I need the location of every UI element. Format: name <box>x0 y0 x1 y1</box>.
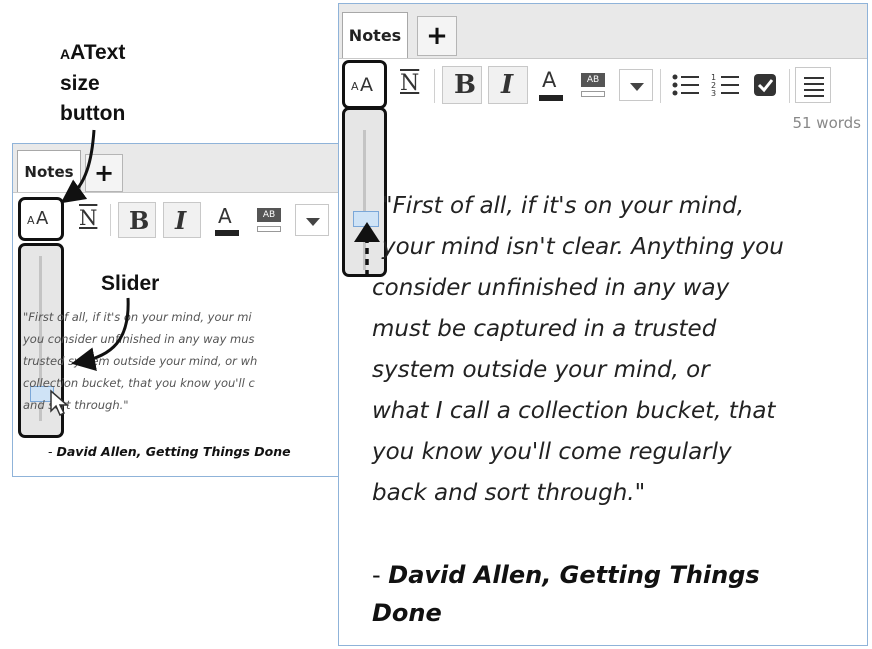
tab-notes[interactable]: Notes <box>342 12 408 58</box>
note-line: trusted system outside your mind, or wh <box>23 354 258 368</box>
text-size-big-a: A <box>36 208 49 229</box>
chevron-down-icon <box>630 83 644 91</box>
plus-icon: + <box>426 21 448 51</box>
bullet-list-button[interactable] <box>669 68 703 102</box>
numbered-list-icon: 1 2 3 <box>711 73 739 98</box>
toolbar-separator <box>660 69 661 103</box>
italic-button[interactable]: I <box>488 66 528 104</box>
font-color-button[interactable]: A <box>533 66 567 104</box>
italic-icon: I <box>175 206 187 235</box>
highlight-button[interactable]: AB <box>577 66 611 104</box>
checkbox-icon <box>754 74 776 96</box>
note-line: back and sort through." <box>372 480 646 506</box>
underline-button[interactable]: N <box>73 202 103 236</box>
author-dash: - <box>372 561 389 589</box>
italic-icon: I <box>501 70 514 100</box>
tab-notes-label: Notes <box>24 162 74 181</box>
text-size-button[interactable]: A A <box>342 60 387 109</box>
note-line: your mind isn't clear. Anything you <box>382 234 784 260</box>
underline-icon: N <box>79 206 98 230</box>
align-justify-icon <box>804 77 824 97</box>
author-name: David Allen, Getting Things Done <box>56 444 291 459</box>
highlight-swatch <box>257 226 281 232</box>
font-color-button[interactable]: A <box>209 202 243 238</box>
callout-small-a: A <box>60 46 71 62</box>
notes-panel-large: Notes + A A N B I A AB 1 2 3 51 words "F… <box>338 3 868 646</box>
note-line: and sort through." <box>23 398 129 412</box>
note-line: must be captured in a trusted <box>372 316 717 342</box>
note-line: system outside your mind, or <box>372 357 710 383</box>
more-dropdown-button[interactable] <box>295 204 329 236</box>
callout-slider: Slider <box>101 272 160 295</box>
note-line: "First of all, if it's on your mind, <box>382 193 745 219</box>
note-author: - David Allen, Getting Things Done <box>48 444 291 459</box>
chevron-down-icon <box>306 218 320 226</box>
bold-button[interactable]: B <box>118 202 156 238</box>
note-text[interactable]: "First of all, if it's on your mind, you… <box>23 306 343 416</box>
underline-button[interactable]: N <box>394 67 428 103</box>
toolbar-separator <box>434 69 435 103</box>
tab-strip: Notes + <box>339 4 867 59</box>
align-button[interactable] <box>795 67 831 103</box>
bold-icon: B <box>129 206 150 235</box>
text-size-small-a: A <box>27 214 35 227</box>
tab-strip: Notes + <box>13 144 346 193</box>
text-size-small-a: A <box>351 80 359 93</box>
note-line: you know you'll come regularly <box>372 439 732 465</box>
text-size-big-a: A <box>360 74 373 96</box>
callout-text-size-button: AAText size button <box>60 38 125 129</box>
bullet-list-icon <box>672 74 699 96</box>
tab-notes[interactable]: Notes <box>17 150 81 192</box>
word-count: 51 words <box>792 114 861 132</box>
author-name: David Allen, Getting Things <box>388 561 760 589</box>
notes-panel-small: Notes + A A N B I A AB "First of all, if… <box>12 143 347 477</box>
callout-line: size <box>60 72 100 95</box>
add-tab-button[interactable]: + <box>417 16 457 56</box>
italic-button[interactable]: I <box>163 202 201 238</box>
highlight-swatch <box>581 91 605 97</box>
author-name-continued: Done <box>372 599 442 627</box>
checklist-button[interactable] <box>749 68 783 102</box>
font-color-swatch <box>539 95 563 101</box>
text-size-button[interactable]: A A <box>18 197 64 241</box>
more-dropdown-button[interactable] <box>619 69 653 101</box>
note-line: "First of all, if it's on your mind, you… <box>23 310 252 324</box>
add-tab-button[interactable]: + <box>85 154 123 192</box>
bold-icon: B <box>454 70 476 100</box>
note-line: what I call a collection bucket, that <box>372 398 776 424</box>
underline-icon: N <box>400 71 420 96</box>
toolbar-separator <box>110 204 111 236</box>
highlight-icon: AB <box>581 73 605 87</box>
note-line: consider unfinished in any way <box>372 275 730 301</box>
plus-icon: + <box>93 159 115 187</box>
toolbar-separator <box>789 69 790 103</box>
note-line: collection bucket, that you know you'll … <box>23 376 255 390</box>
font-color-icon: A <box>542 68 557 92</box>
font-color-icon: A <box>218 204 232 228</box>
numbered-list-button[interactable]: 1 2 3 <box>709 68 743 102</box>
note-line: you consider unfinished in any way mus <box>23 332 255 346</box>
callout-line: button <box>60 102 126 125</box>
bold-button[interactable]: B <box>442 66 482 104</box>
svg-text:3: 3 <box>711 89 716 98</box>
mouse-pointer-icon <box>50 389 69 417</box>
font-color-swatch <box>215 230 239 236</box>
slider-track <box>363 130 366 270</box>
highlight-button[interactable]: AB <box>253 202 287 238</box>
callout-title: AText <box>70 41 126 64</box>
tab-notes-label: Notes <box>348 26 402 45</box>
note-author: - David Allen, Getting Things Done <box>372 556 760 632</box>
note-text[interactable]: "First of all, if it's on your mind, you… <box>372 186 867 514</box>
highlight-icon: AB <box>257 208 281 222</box>
